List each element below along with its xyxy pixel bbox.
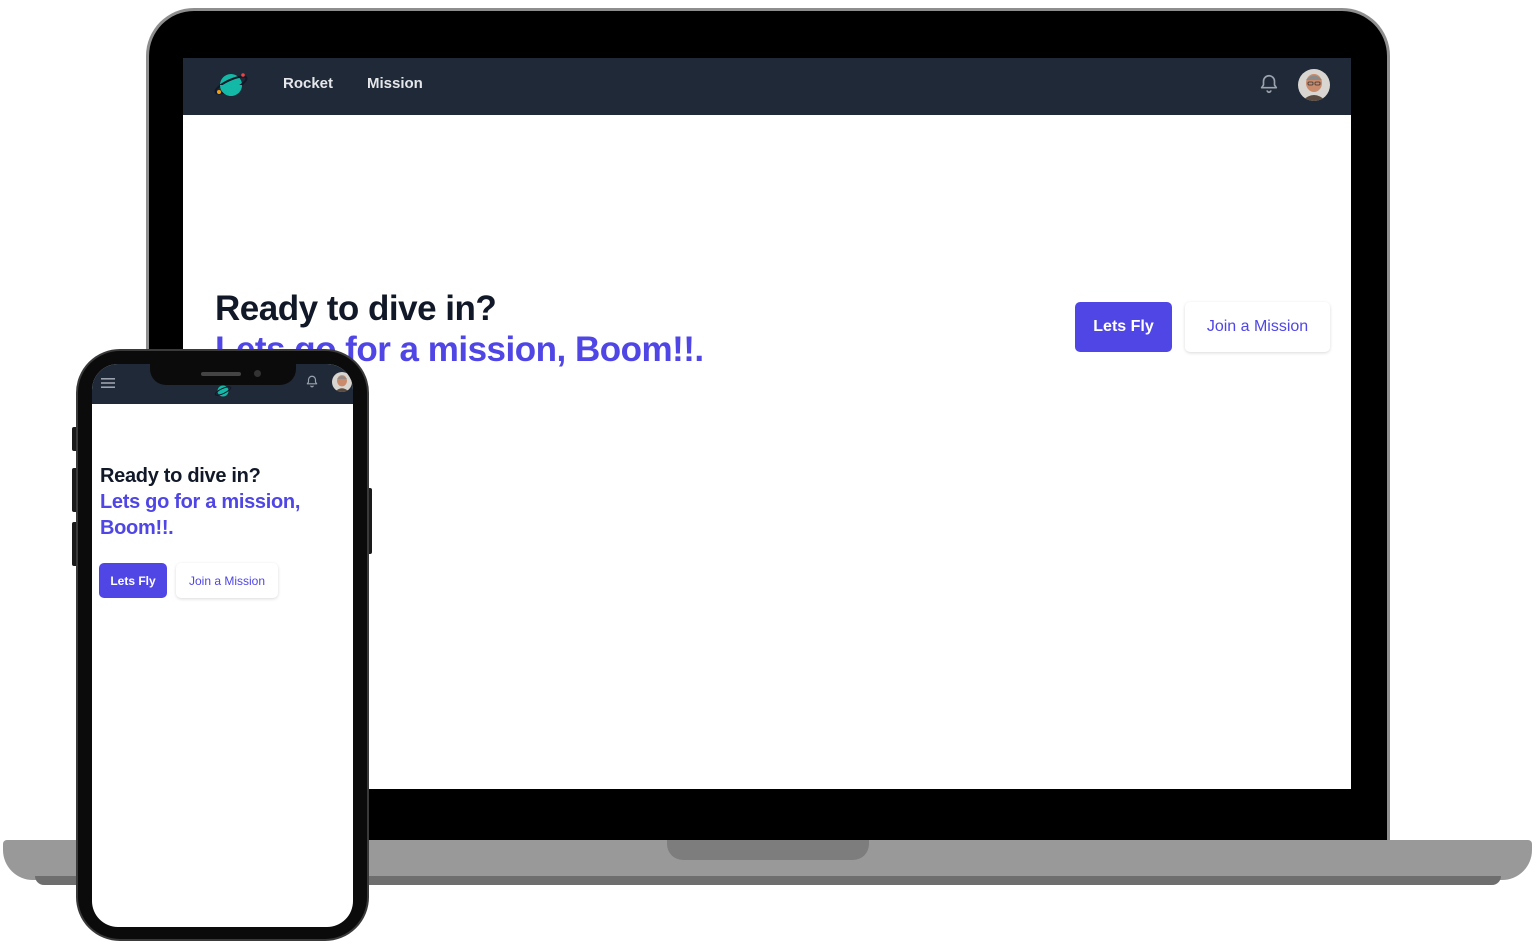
join-mission-button[interactable]: Join a Mission	[1185, 302, 1330, 352]
hero-title: Ready to dive in?	[215, 289, 497, 328]
lets-fly-button[interactable]: Lets Fly	[99, 563, 167, 598]
lets-fly-button[interactable]: Lets Fly	[1075, 302, 1172, 352]
desktop-navbar: Rocket Mission	[183, 58, 1351, 115]
bell-icon[interactable]	[1258, 72, 1280, 96]
nav-link-mission[interactable]: Mission	[367, 75, 423, 92]
user-avatar[interactable]	[332, 372, 352, 392]
hamburger-menu-icon[interactable]	[101, 376, 116, 390]
nav-link-rocket[interactable]: Rocket	[283, 75, 333, 92]
phone-camera	[254, 370, 261, 377]
planet-icon[interactable]	[213, 67, 249, 103]
join-mission-button[interactable]: Join a Mission	[176, 563, 278, 598]
laptop-trackpad-notch	[667, 840, 869, 860]
bell-icon[interactable]	[305, 374, 319, 389]
phone-speaker	[201, 372, 241, 376]
user-avatar[interactable]	[1298, 69, 1330, 101]
mobile-hero-title: Ready to dive in?	[100, 465, 261, 487]
mobile-screen: Ready to dive in? Lets go for a mission,…	[92, 364, 353, 927]
mobile-hero-subtitle: Lets go for a mission, Boom!!.	[100, 491, 301, 539]
